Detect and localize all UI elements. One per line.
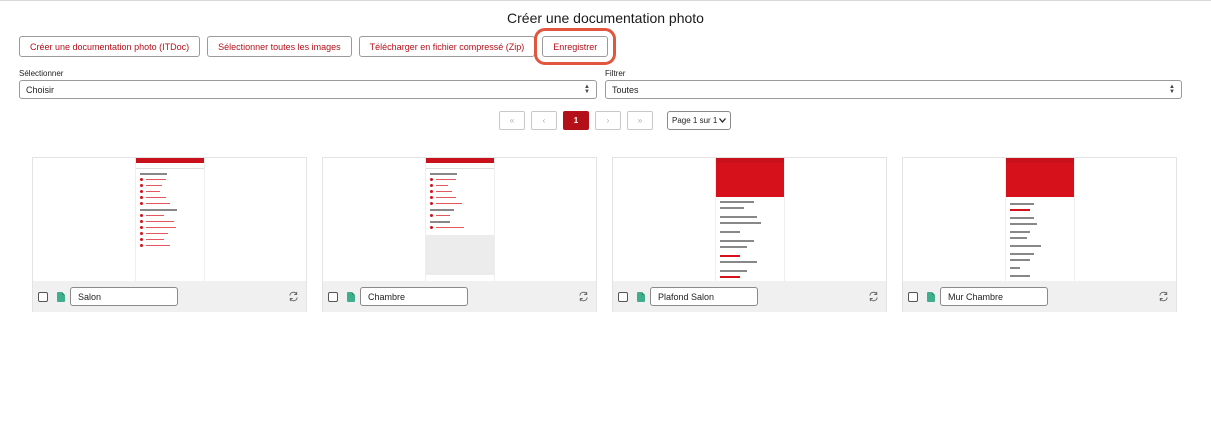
filter-dropdown[interactable]: Toutes ▲ ▼ [605, 80, 1182, 99]
updown-arrows-icon: ▲ ▼ [584, 83, 590, 95]
screenshot-preview [135, 158, 205, 281]
select-checkbox[interactable] [328, 291, 338, 302]
card-footer: Chambre [323, 281, 596, 312]
select-dropdown[interactable]: Choisir ▲ ▼ [19, 80, 597, 99]
image-name-input[interactable]: Plafond Salon [650, 287, 758, 306]
image-name-input[interactable]: Chambre [360, 287, 468, 306]
image-name-input[interactable]: Mur Chambre [940, 287, 1048, 306]
top-border [0, 0, 1211, 1]
file-icon [57, 291, 65, 302]
card-footer: Salon [33, 281, 306, 312]
save-button[interactable]: Enregistrer [534, 28, 617, 65]
page-title: Créer une documentation photo [507, 10, 704, 26]
page-select-value: Page 1 sur 1 [672, 116, 718, 125]
image-thumbnail[interactable] [323, 158, 596, 281]
select-checkbox[interactable] [38, 291, 48, 302]
image-name-input[interactable]: Salon [70, 287, 178, 306]
rotate-icon[interactable] [868, 291, 879, 302]
image-card: Plafond Salon [612, 157, 887, 312]
file-icon [347, 291, 355, 302]
image-card: Mur Chambre [902, 157, 1177, 312]
select-value: Choisir [26, 84, 55, 95]
download-zip-button[interactable]: Télécharger en fichier compressé (Zip) [358, 36, 536, 57]
page-select[interactable]: Page 1 sur 1 [667, 111, 732, 130]
last-page-button[interactable]: » [627, 111, 653, 130]
image-card: Salon [32, 157, 307, 312]
rotate-icon[interactable] [288, 291, 299, 302]
image-thumbnail[interactable] [33, 158, 306, 281]
next-page-button[interactable]: › [595, 111, 621, 130]
screenshot-preview [425, 158, 495, 281]
select-all-images-button[interactable]: Sélectionner toutes les images [207, 36, 352, 57]
prev-page-button[interactable]: ‹ [531, 111, 557, 130]
select-label: Sélectionner [19, 69, 64, 78]
screenshot-preview [1005, 158, 1075, 281]
updown-arrows-icon: ▲ ▼ [1169, 83, 1175, 95]
card-footer: Mur Chambre [903, 281, 1176, 312]
image-card: Chambre [322, 157, 597, 312]
pagination: « ‹ 1 › » Page 1 sur 1 [499, 111, 732, 130]
image-thumbnail[interactable] [903, 158, 1176, 281]
image-thumbnail[interactable] [613, 158, 886, 281]
file-icon [927, 291, 935, 302]
first-page-button[interactable]: « [499, 111, 525, 130]
rotate-icon[interactable] [578, 291, 589, 302]
filter-value: Toutes [612, 84, 639, 95]
create-documentation-button[interactable]: Créer une documentation photo (ITDoc) [19, 36, 201, 57]
card-footer: Plafond Salon [613, 281, 886, 312]
rotate-icon[interactable] [1158, 291, 1169, 302]
image-grid: Salon Chambre Plafond Salon Mur Chambre [32, 157, 1177, 312]
select-checkbox[interactable] [618, 291, 628, 302]
screenshot-preview [715, 158, 785, 281]
filter-label: Filtrer [605, 69, 626, 78]
toolbar: Créer une documentation photo (ITDoc) Sé… [19, 28, 617, 65]
file-icon [637, 291, 645, 302]
select-checkbox[interactable] [908, 291, 918, 302]
page-1-button[interactable]: 1 [563, 111, 589, 130]
chevron-down-icon [719, 118, 727, 123]
